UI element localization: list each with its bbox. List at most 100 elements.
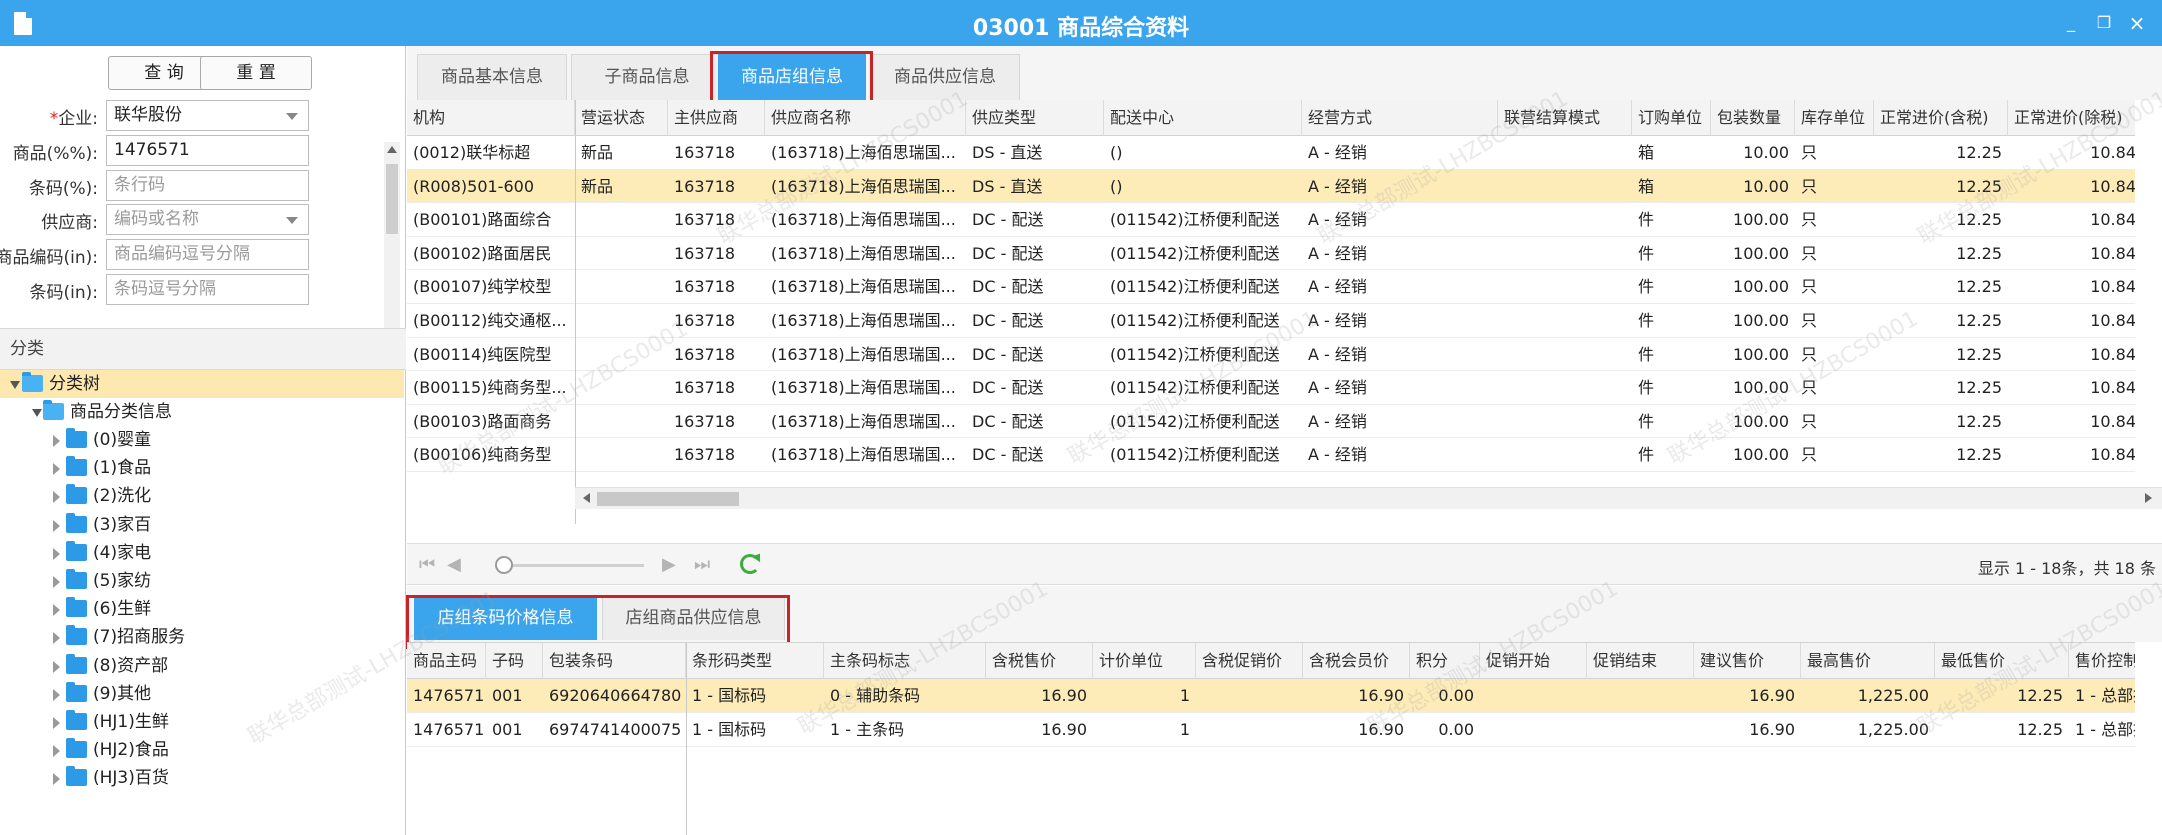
table-row[interactable]: (B00101)路面综合 163718 (163718)上海佰思瑞国... DC - … xyxy=(407,203,2135,237)
collapsed-caret-icon[interactable] xyxy=(53,547,60,560)
prev-page-icon[interactable]: ◀ xyxy=(447,556,461,574)
reset-button[interactable]: 重 置 xyxy=(200,56,312,90)
filter-text-input[interactable]: 商品编码逗号分隔 xyxy=(106,239,309,270)
column-header[interactable]: 积分 xyxy=(1410,643,1480,679)
collapsed-caret-icon[interactable] xyxy=(53,773,60,786)
minimize-icon[interactable]: _ xyxy=(2060,13,2082,33)
store-grid-hscrollbar[interactable] xyxy=(575,487,2162,509)
expanded-caret-icon[interactable] xyxy=(10,381,20,389)
tree-node-category[interactable]: (7)招商服务 xyxy=(0,623,404,651)
table-row[interactable]: (0012)联华标超 新品 163718 (163718)上海佰思瑞国... DS - … xyxy=(407,136,2135,170)
collapsed-caret-icon[interactable] xyxy=(53,604,60,617)
tree-node-category[interactable]: (HJ3)百货 xyxy=(0,764,404,792)
column-header[interactable]: 主供应商 xyxy=(668,100,765,136)
column-header[interactable]: 包装数量 xyxy=(1711,100,1795,136)
column-header[interactable]: 营运状态 xyxy=(575,100,668,136)
column-header[interactable]: 库存单位 xyxy=(1795,100,1874,136)
page-slider-knob[interactable] xyxy=(495,556,513,574)
column-header[interactable]: 售价控制 xyxy=(2069,643,2135,679)
scroll-up-icon[interactable] xyxy=(387,146,397,153)
collapsed-caret-icon[interactable] xyxy=(53,519,60,532)
first-page-icon[interactable]: ⏮ xyxy=(419,556,435,574)
tree-node-category[interactable]: (5)家纺 xyxy=(0,567,404,595)
table-row[interactable]: 1476571 001 6920640664780 1 - 国标码 0 - 辅助条码 16… xyxy=(407,679,2135,713)
tree-node-category[interactable]: (2)洗化 xyxy=(0,482,404,510)
filter-text-input[interactable]: 条码逗号分隔 xyxy=(106,274,309,305)
scrollbar-thumb[interactable] xyxy=(386,164,398,234)
collapsed-caret-icon[interactable] xyxy=(53,717,60,729)
collapsed-caret-icon[interactable] xyxy=(53,660,60,673)
scroll-left-icon[interactable] xyxy=(583,493,590,503)
collapsed-caret-icon[interactable] xyxy=(53,576,60,588)
hscroll-thumb[interactable] xyxy=(597,492,739,506)
tree-node-label: 分类树 xyxy=(49,374,100,394)
restore-icon[interactable]: ❐ xyxy=(2093,13,2115,33)
table-row[interactable]: (B00115)纯商务型... 163718 (163718)上海佰思瑞国... DC… xyxy=(407,371,2135,405)
column-header[interactable]: 含税售价 xyxy=(986,643,1093,679)
collapsed-caret-icon[interactable] xyxy=(53,745,60,758)
tree-node-category[interactable]: (3)家百 xyxy=(0,511,404,539)
collapsed-caret-icon[interactable] xyxy=(53,491,60,504)
column-header[interactable]: 促销开始 xyxy=(1480,643,1587,679)
tree-node-category[interactable]: (HJ1)生鲜 xyxy=(0,708,404,736)
table-row[interactable]: (B00112)纯交通枢... 163718 (163718)上海佰思瑞国... DC… xyxy=(407,304,2135,338)
tab-top_tabs-0[interactable]: 商品基本信息 xyxy=(417,54,567,100)
tab-top_tabs-3[interactable]: 商品供应信息 xyxy=(870,54,1020,100)
expanded-caret-icon[interactable] xyxy=(32,409,42,417)
table-row[interactable]: (B00106)纯商务型 163718 (163718)上海佰思瑞国... DC - … xyxy=(407,438,2135,472)
column-header[interactable]: 配送中心 xyxy=(1104,100,1302,136)
next-page-icon[interactable]: ▶ xyxy=(662,556,676,574)
column-header[interactable]: 条形码类型 xyxy=(686,643,824,679)
column-header[interactable]: 计价单位 xyxy=(1093,643,1196,679)
tree-node-category-info[interactable]: 商品分类信息 xyxy=(0,398,404,426)
column-header[interactable]: 供应类型 xyxy=(966,100,1104,136)
column-header[interactable]: 供应商名称 xyxy=(765,100,966,136)
collapsed-caret-icon[interactable] xyxy=(53,463,60,476)
scroll-right-icon[interactable] xyxy=(2145,493,2152,503)
column-header[interactable]: 经营方式 xyxy=(1302,100,1498,136)
tree-node-category[interactable]: (4)家电 xyxy=(0,539,404,567)
table-row[interactable]: (R008)501-600 新品 163718 (163718)上海佰思瑞国... DS… xyxy=(407,169,2135,204)
table-row[interactable]: (B00107)纯学校型 163718 (163718)上海佰思瑞国... DC - … xyxy=(407,270,2135,304)
filter-combo-input[interactable]: 编码或名称 xyxy=(106,204,309,235)
filter-text-input[interactable]: 条行码 xyxy=(106,170,309,201)
tree-node-root[interactable]: 分类树 xyxy=(0,370,404,398)
tab-top_tabs-1[interactable]: 子商品信息 xyxy=(571,54,723,100)
table-row[interactable]: 1476571 001 6974741400075 1 - 国标码 1 - 主条码 16.… xyxy=(407,713,2135,747)
column-header[interactable]: 含税促销价 xyxy=(1196,643,1303,679)
column-header[interactable]: 订购单位 xyxy=(1632,100,1711,136)
tree-node-category[interactable]: (9)其他 xyxy=(0,680,404,708)
tree-node-category[interactable]: (HJ2)食品 xyxy=(0,736,404,764)
column-header[interactable]: 联营结算模式 xyxy=(1498,100,1632,136)
tree-node-category[interactable]: (8)资产部 xyxy=(0,652,404,680)
close-icon[interactable]: × xyxy=(2126,13,2148,33)
filter-scrollbar[interactable] xyxy=(384,142,400,354)
table-row[interactable]: (B00114)纯医院型 163718 (163718)上海佰思瑞国... DC - … xyxy=(407,337,2135,372)
column-header[interactable]: 建议售价 xyxy=(1694,643,1801,679)
column-header[interactable]: 最低售价 xyxy=(1935,643,2069,679)
column-header[interactable]: 正常进价(除税) xyxy=(2008,100,2135,136)
page-slider-track[interactable] xyxy=(502,564,644,567)
column-header[interactable]: 机构 xyxy=(407,100,575,136)
refresh-icon[interactable] xyxy=(740,554,760,574)
collapsed-caret-icon[interactable] xyxy=(53,632,60,645)
collapsed-caret-icon[interactable] xyxy=(53,688,60,701)
column-header[interactable]: 子码 xyxy=(486,643,543,679)
tree-node-category[interactable]: (6)生鲜 xyxy=(0,595,404,623)
column-header[interactable]: 商品主码 xyxy=(407,643,486,679)
column-header[interactable]: 包装条码 xyxy=(543,643,686,679)
collapsed-caret-icon[interactable] xyxy=(53,435,60,447)
table-row[interactable]: (B00102)路面居民 163718 (163718)上海佰思瑞国... DC - … xyxy=(407,236,2135,271)
column-header[interactable]: 促销结束 xyxy=(1587,643,1694,679)
last-page-icon[interactable]: ⏭ xyxy=(694,556,710,574)
tree-node-category[interactable]: (1)食品 xyxy=(0,454,404,482)
filter-combo-input[interactable]: 联华股份 xyxy=(106,100,309,131)
column-header[interactable]: 含税会员价 xyxy=(1303,643,1410,679)
filter-text-input[interactable]: 1476571 xyxy=(106,135,309,166)
column-header[interactable]: 主条码标志 xyxy=(824,643,986,679)
column-header[interactable]: 最高售价 xyxy=(1801,643,1935,679)
tree-node-category[interactable]: (0)婴童 xyxy=(0,426,404,454)
column-header[interactable]: 正常进价(含税) xyxy=(1874,100,2008,136)
table-row[interactable]: (B00103)路面商务 163718 (163718)上海佰思瑞国... DC - … xyxy=(407,404,2135,439)
table-cell: 163718 xyxy=(674,243,736,263)
